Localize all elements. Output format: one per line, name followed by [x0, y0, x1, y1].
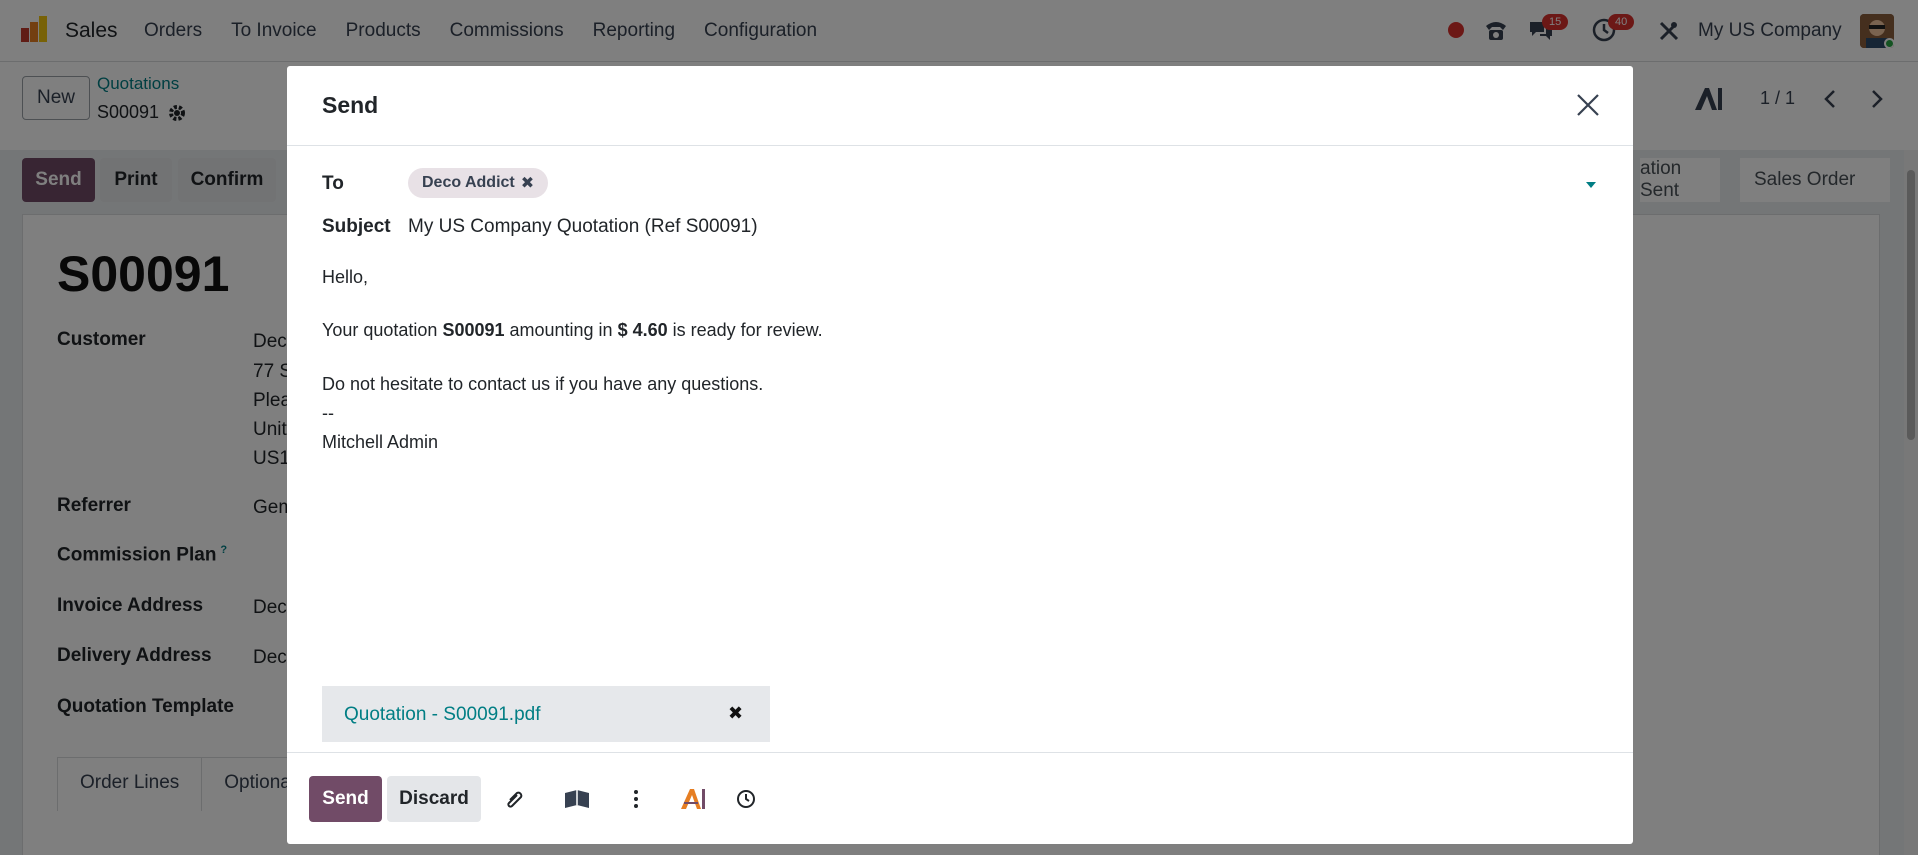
schedule-clock-icon[interactable]: [734, 787, 758, 811]
body-signature: Mitchell Admin: [322, 432, 439, 452]
dialog-footer: Send Discard: [287, 752, 1633, 844]
body-greeting: Hello,: [322, 267, 369, 287]
ai-assistant-icon[interactable]: [679, 787, 707, 811]
recipients-dropdown-icon[interactable]: [1586, 182, 1596, 188]
remove-recipient-icon[interactable]: ✖: [521, 173, 534, 193]
remove-attachment-icon[interactable]: ✖: [728, 703, 743, 724]
subject-input[interactable]: My US Company Quotation (Ref S00091): [408, 216, 758, 238]
more-options-icon[interactable]: [624, 787, 648, 811]
close-icon[interactable]: [1575, 92, 1601, 118]
attachment-name[interactable]: Quotation - S00091.pdf: [344, 704, 540, 726]
template-book-icon[interactable]: [563, 787, 591, 811]
attachment-item: Quotation - S00091.pdf ✖: [322, 686, 770, 742]
dialog-title: Send: [322, 92, 379, 118]
send-button[interactable]: Send: [309, 776, 382, 822]
recipient-name: Deco Addict: [422, 174, 515, 191]
subject-label: Subject: [322, 216, 391, 237]
to-label: To: [322, 173, 344, 194]
discard-button[interactable]: Discard: [387, 776, 481, 822]
body-signature-separator: --: [322, 403, 334, 423]
dialog-header: Send: [287, 66, 1633, 146]
send-email-dialog: Send To Deco Addict ✖ Subject My US Comp…: [287, 66, 1633, 844]
recipient-tag: Deco Addict ✖: [408, 168, 549, 198]
body-line-quotation: Your quotation S00091 amounting in $ 4.6…: [322, 320, 823, 340]
paperclip-icon[interactable]: [503, 787, 527, 811]
body-line-questions: Do not hesitate to contact us if you hav…: [322, 374, 764, 394]
